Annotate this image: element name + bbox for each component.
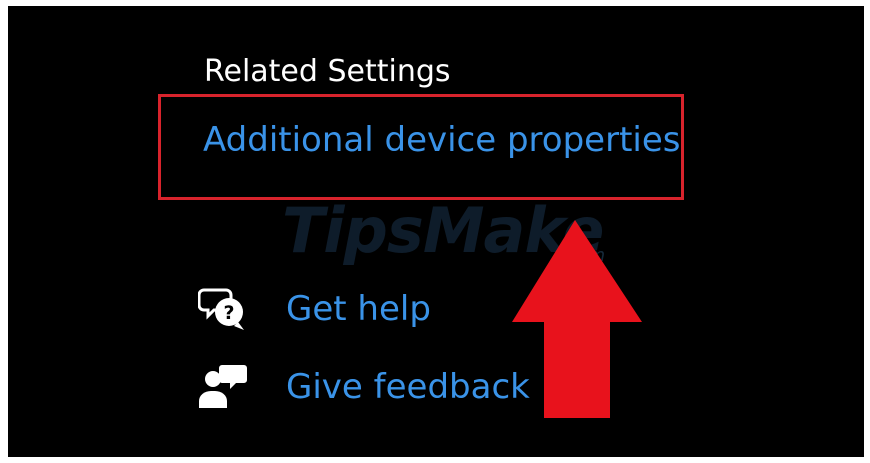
red-up-arrow-annotation: [512, 220, 642, 418]
help-chat-icon: ?: [197, 284, 250, 334]
settings-panel: Related Settings Additional device prope…: [8, 6, 864, 457]
highlight-annotation-box: [158, 94, 684, 200]
related-settings-heading: Related Settings: [204, 54, 451, 89]
svg-text:?: ?: [223, 302, 234, 324]
give-feedback-link[interactable]: Give feedback: [286, 362, 530, 412]
feedback-person-icon: [198, 362, 250, 412]
get-help-link[interactable]: Get help: [286, 284, 431, 334]
